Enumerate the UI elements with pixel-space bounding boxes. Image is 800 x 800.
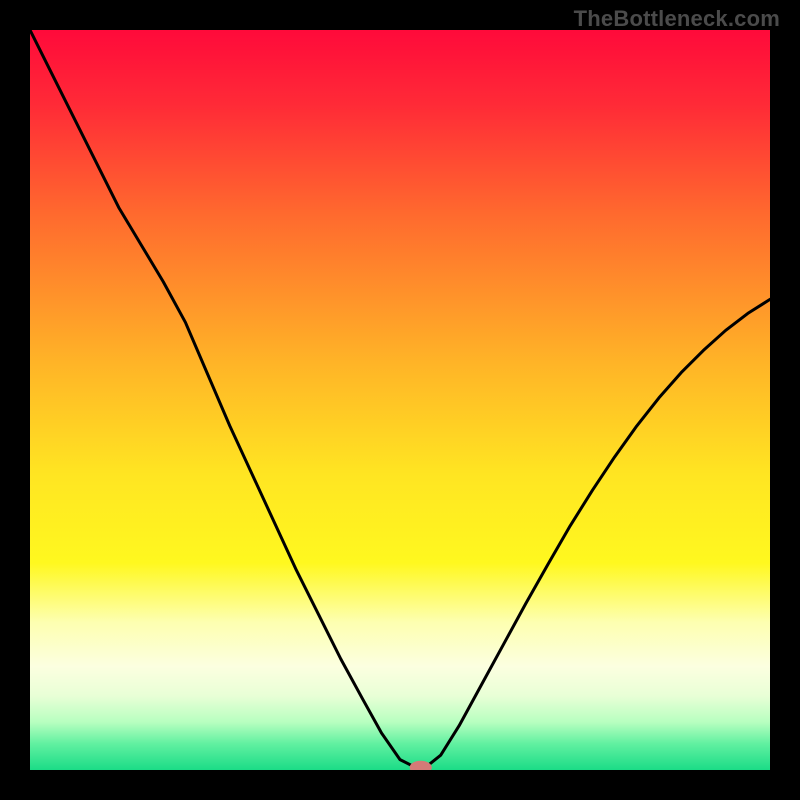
chart-frame: TheBottleneck.com [0,0,800,800]
bottleneck-chart [30,30,770,770]
watermark-text: TheBottleneck.com [574,6,780,32]
